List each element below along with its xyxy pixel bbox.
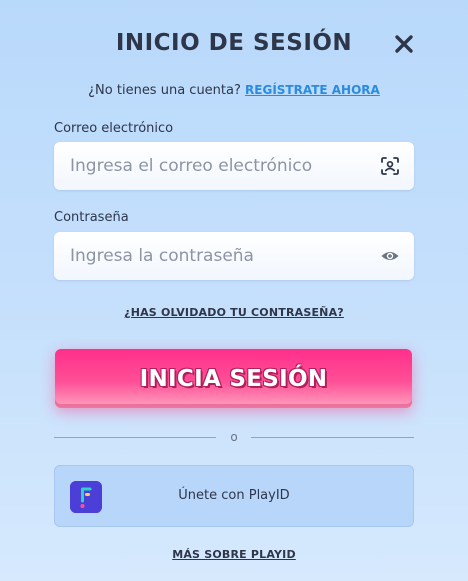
email-field-container [54, 142, 414, 190]
close-icon[interactable] [391, 31, 417, 57]
signup-link[interactable]: REGÍSTRATE AHORA [245, 83, 380, 97]
login-button[interactable]: INICIA SESIÓN [55, 349, 412, 408]
playid-label: Únete con PlayID [178, 488, 290, 503]
password-field[interactable] [54, 232, 414, 280]
more-playid-link[interactable]: MÁS SOBRE PLAYID [0, 548, 468, 561]
signup-prompt: ¿No tienes una cuenta? [88, 83, 241, 98]
divider-text: o [230, 430, 238, 444]
playid-button[interactable]: Únete con PlayID [54, 465, 414, 527]
eye-icon[interactable] [380, 246, 400, 266]
password-label: Contraseña [54, 210, 129, 225]
password-field-container [54, 232, 414, 280]
face-scan-icon[interactable] [380, 156, 400, 176]
divider-line-left [54, 437, 216, 438]
forgot-password-link[interactable]: ¿HAS OLVIDADO TU CONTRASEÑA? [0, 306, 468, 319]
email-field[interactable] [54, 142, 414, 190]
divider-line-right [251, 437, 414, 438]
email-label: Correo electrónico [54, 121, 174, 136]
signup-prompt-row: ¿No tienes una cuenta? REGÍSTRATE AHORA [0, 83, 468, 98]
